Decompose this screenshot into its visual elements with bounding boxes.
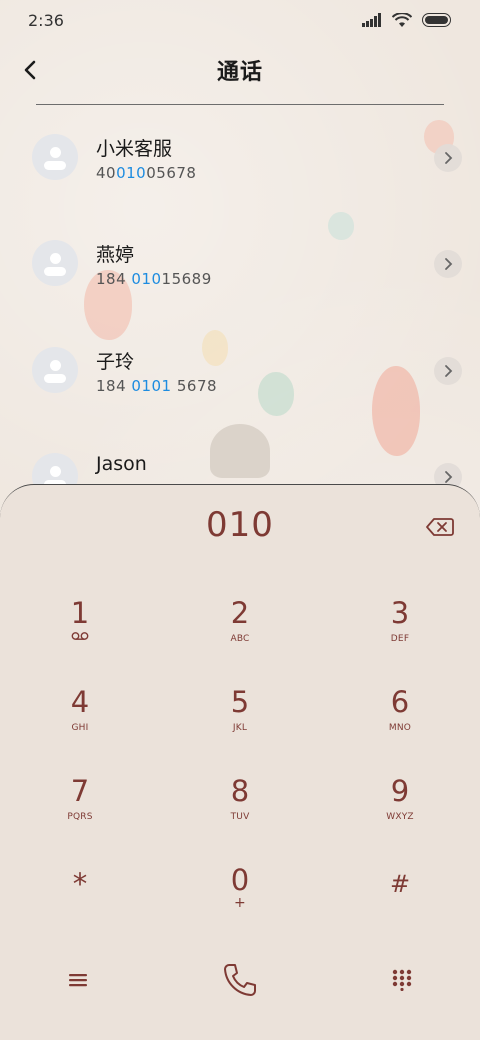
details-button[interactable] bbox=[434, 250, 462, 278]
wifi-icon bbox=[392, 12, 412, 27]
menu-icon bbox=[69, 974, 87, 987]
status-icons bbox=[362, 12, 452, 28]
key-5[interactable]: 5 JKL bbox=[160, 658, 320, 747]
list-item[interactable]: 燕婷 184 01015689 bbox=[0, 212, 480, 316]
avatar bbox=[32, 134, 78, 180]
list-item[interactable]: 子玲 184 0101 5678 bbox=[0, 319, 480, 423]
signal-icon bbox=[362, 13, 381, 27]
backspace-button[interactable] bbox=[424, 515, 456, 539]
key-7[interactable]: 7 PQRS bbox=[0, 747, 160, 836]
dialpad-panel: 010 1 2 ABC 3 DEF 4 GHI 5 JKL 6 MNO 7 PQ… bbox=[0, 484, 480, 1040]
list-item[interactable]: 小米客服 4001005678 bbox=[0, 106, 480, 210]
header-divider bbox=[36, 104, 444, 105]
dial-number-display: 010 bbox=[206, 505, 274, 545]
dialpad-bottom-bar bbox=[0, 955, 480, 1015]
hide-dialpad-button[interactable] bbox=[372, 955, 432, 1005]
header: 通话 bbox=[0, 44, 480, 96]
match-highlight: 0101 bbox=[131, 377, 172, 395]
contact-name: 燕婷 bbox=[96, 244, 135, 266]
back-button[interactable] bbox=[12, 52, 48, 88]
dialpad-grid-icon bbox=[392, 969, 412, 991]
voicemail-icon bbox=[71, 632, 89, 640]
status-bar: 2:36 bbox=[0, 0, 480, 40]
match-highlight: 010 bbox=[116, 164, 147, 182]
chevron-right-icon bbox=[445, 258, 453, 270]
avatar bbox=[32, 240, 78, 286]
menu-button[interactable] bbox=[48, 955, 108, 1005]
chevron-left-icon bbox=[24, 60, 36, 80]
contact-name: 小米客服 bbox=[96, 138, 173, 160]
status-time: 2:36 bbox=[28, 10, 64, 30]
call-button[interactable] bbox=[210, 955, 270, 1005]
key-8[interactable]: 8 TUV bbox=[160, 747, 320, 836]
page-title: 通话 bbox=[216, 60, 263, 85]
contact-number: 184 01015689 bbox=[96, 270, 212, 288]
phone-icon bbox=[224, 964, 256, 996]
key-star[interactable]: * bbox=[0, 836, 160, 925]
key-hash[interactable]: # bbox=[320, 836, 480, 925]
key-9[interactable]: 9 WXYZ bbox=[320, 747, 480, 836]
chevron-right-icon bbox=[445, 471, 453, 483]
contact-number: 184 0101 5678 bbox=[96, 377, 218, 395]
key-1[interactable]: 1 bbox=[0, 569, 160, 658]
key-3[interactable]: 3 DEF bbox=[320, 569, 480, 658]
chevron-right-icon bbox=[445, 365, 453, 377]
key-6[interactable]: 6 MNO bbox=[320, 658, 480, 747]
chevron-right-icon bbox=[445, 152, 453, 164]
contact-name: Jason bbox=[96, 453, 147, 475]
match-highlight: 010 bbox=[131, 270, 162, 288]
battery-icon bbox=[422, 13, 451, 27]
key-2[interactable]: 2 ABC bbox=[160, 569, 320, 658]
avatar bbox=[32, 347, 78, 393]
details-button[interactable] bbox=[434, 357, 462, 385]
contact-number: 4001005678 bbox=[96, 164, 197, 182]
details-button[interactable] bbox=[434, 144, 462, 172]
key-0[interactable]: 0 + bbox=[160, 836, 320, 925]
backspace-icon bbox=[426, 518, 454, 536]
contact-name: 子玲 bbox=[96, 351, 135, 373]
key-4[interactable]: 4 GHI bbox=[0, 658, 160, 747]
